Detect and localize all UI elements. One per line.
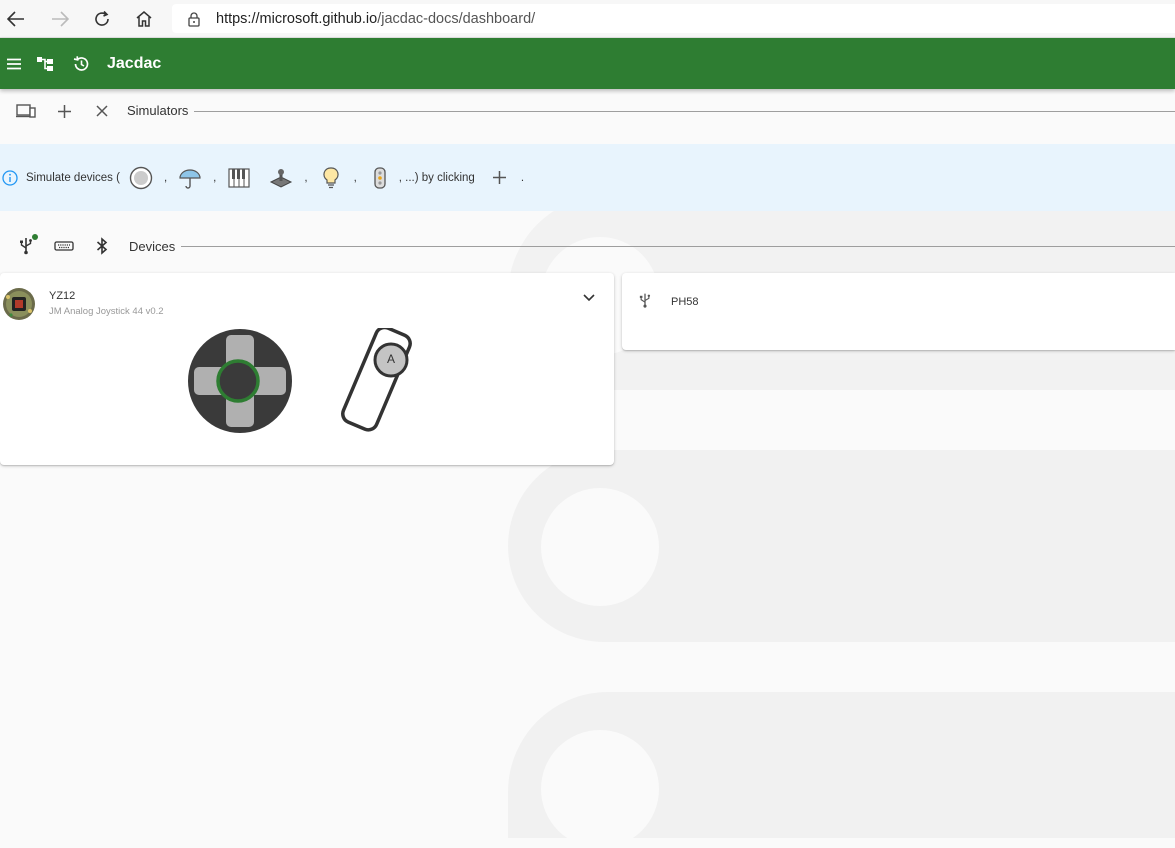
device-card: YZ12 JM Analog Joystick 44 v0.2 A <box>0 273 614 465</box>
divider <box>194 110 1175 112</box>
menu-icon[interactable] <box>0 38 27 89</box>
app-bar: Jacdac <box>0 38 1175 89</box>
piano-icon[interactable] <box>226 165 252 191</box>
background-decoration <box>541 488 659 606</box>
info-separator: , <box>353 171 357 184</box>
device-name[interactable]: YZ12 <box>49 290 164 302</box>
joystick-icon[interactable] <box>268 165 294 191</box>
divider <box>181 245 1175 247</box>
lock-icon <box>188 11 200 27</box>
url-path: /jacdac-docs/dashboard/ <box>377 10 536 27</box>
simulators-header: Simulators <box>0 89 1175 133</box>
devices-label: Devices <box>129 238 176 254</box>
traffic-light-icon[interactable] <box>367 165 393 191</box>
lightbulb-icon[interactable] <box>318 165 344 191</box>
info-prefix: Simulate devices ( <box>26 171 120 184</box>
info-icon <box>2 169 18 186</box>
url-host: https://microsoft.github.io <box>216 10 378 27</box>
forward-arrow-icon[interactable] <box>44 3 76 35</box>
button-a-widget <box>341 328 412 432</box>
device-tree-icon[interactable] <box>27 38 63 89</box>
info-separator: , <box>304 171 308 184</box>
serial-port-icon[interactable] <box>45 227 83 265</box>
simulators-label: Simulators <box>127 102 189 118</box>
button-icon[interactable] <box>128 165 154 191</box>
home-icon[interactable] <box>128 3 160 35</box>
usb-icon[interactable] <box>7 227 45 265</box>
device-name[interactable]: PH58 <box>671 296 699 308</box>
device-avatar <box>3 288 35 320</box>
refresh-icon[interactable] <box>86 3 118 35</box>
history-icon[interactable] <box>63 38 99 89</box>
browser-toolbar: https://microsoft.github.io/jacdac-docs/… <box>0 0 1175 38</box>
info-suffix: , ...) by clicking <box>398 171 475 184</box>
back-arrow-icon[interactable] <box>0 3 32 35</box>
umbrella-icon[interactable] <box>177 165 203 191</box>
address-bar[interactable]: https://microsoft.github.io/jacdac-docs/… <box>172 4 1175 33</box>
device-card: PH58 <box>622 273 1175 350</box>
simulate-info-banner: Simulate devices ( , , , , , ...) by cli… <box>0 144 1175 211</box>
button-a-label[interactable]: A <box>383 352 399 366</box>
add-icon[interactable] <box>45 92 83 130</box>
joystick-widget[interactable] <box>187 328 293 434</box>
info-separator: , <box>213 171 217 184</box>
connection-status-dot <box>32 234 38 240</box>
app-title[interactable]: Jacdac <box>107 55 161 73</box>
info-separator: , <box>163 171 168 184</box>
close-icon[interactable] <box>83 92 121 130</box>
add-icon[interactable] <box>487 165 513 191</box>
bluetooth-icon[interactable] <box>83 227 121 265</box>
devices-icon[interactable] <box>7 92 45 130</box>
usb-icon <box>639 292 651 314</box>
background-decoration <box>541 730 659 848</box>
device-description: JM Analog Joystick 44 v0.2 <box>49 306 164 317</box>
info-end: . <box>520 171 525 184</box>
chevron-down-icon[interactable] <box>580 291 598 310</box>
devices-header: Devices <box>0 224 1175 268</box>
